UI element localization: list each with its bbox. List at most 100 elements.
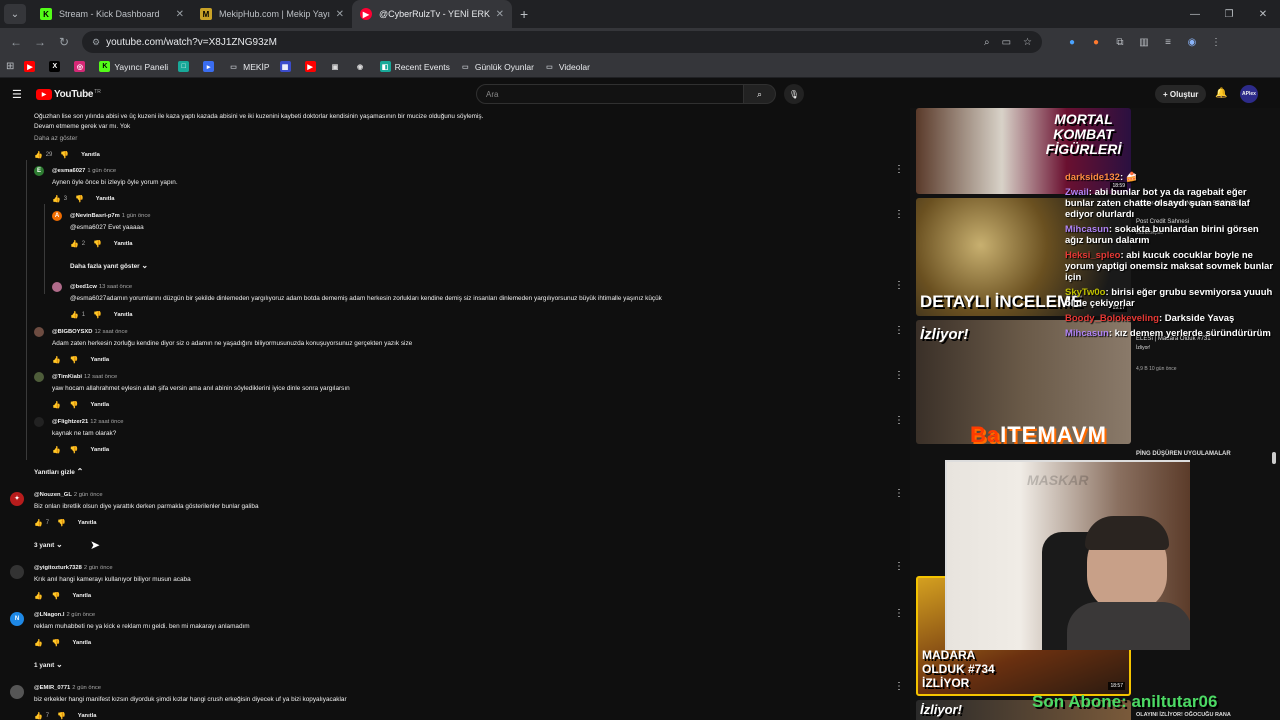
more-options-icon[interactable]: ⋮ bbox=[894, 370, 904, 381]
notifications-bell-icon[interactable]: 🔔 bbox=[1215, 88, 1227, 99]
show-less-link[interactable]: Daha az göster bbox=[34, 134, 483, 143]
avatar[interactable] bbox=[10, 565, 24, 579]
reply-button[interactable]: Yanıtla bbox=[81, 151, 100, 160]
avatar[interactable] bbox=[34, 327, 44, 337]
comment-time[interactable]: 12 saat önce bbox=[90, 419, 123, 425]
like-icon[interactable]: 👍 bbox=[34, 151, 43, 160]
extension-orange-icon[interactable]: ● bbox=[1084, 37, 1108, 48]
hide-replies-button[interactable]: Yanıtları gizle ⌃ bbox=[34, 467, 83, 476]
more-options-icon[interactable]: ⋮ bbox=[894, 280, 904, 291]
reply-button[interactable]: Yanıtla bbox=[72, 639, 91, 648]
more-options-icon[interactable]: ⋮ bbox=[894, 681, 904, 692]
minimize-icon[interactable]: — bbox=[1178, 0, 1212, 28]
like-icon[interactable]: 👍 bbox=[52, 401, 61, 410]
dislike-icon[interactable]: 👎 bbox=[52, 639, 61, 648]
bookmark-youtube[interactable]: ▶ bbox=[24, 61, 39, 72]
youtube-logo[interactable]: ▶ YouTube TR bbox=[36, 88, 101, 100]
dislike-icon[interactable]: 👎 bbox=[70, 446, 79, 455]
like-icon[interactable]: 👍 bbox=[34, 592, 43, 601]
dislike-icon[interactable]: 👎 bbox=[52, 592, 61, 601]
bookmark-image[interactable]: ▣ bbox=[330, 61, 345, 72]
like-icon[interactable]: 👍 bbox=[34, 712, 43, 720]
bookmark-yayinci-paneli[interactable]: K Yayıncı Paneli bbox=[99, 61, 168, 72]
reply-button[interactable]: Yanıtla bbox=[114, 311, 133, 320]
bookmark-indigo[interactable]: ▦ bbox=[279, 61, 295, 72]
zoom-icon[interactable]: ⌕ bbox=[984, 37, 990, 48]
comment-time[interactable]: 12 saat önce bbox=[84, 374, 117, 380]
show-replies-button[interactable]: 1 yanıt ⌄ bbox=[34, 660, 63, 669]
browser-tab-mekiphub[interactable]: M MekipHub.com | Mekip Yayıncı ✕ bbox=[192, 0, 352, 28]
comment-author[interactable]: @BIGBOYSXD bbox=[52, 329, 92, 335]
restore-icon[interactable]: ❐ bbox=[1212, 0, 1246, 28]
extensions-puzzle-icon[interactable]: ⧉ bbox=[1108, 37, 1132, 48]
like-icon[interactable]: 👍 bbox=[70, 240, 79, 249]
avatar[interactable] bbox=[10, 685, 24, 699]
new-tab-icon[interactable]: + bbox=[520, 6, 528, 22]
search-icon[interactable]: ⌕ bbox=[744, 84, 776, 104]
more-options-icon[interactable]: ⋮ bbox=[894, 561, 904, 572]
dislike-icon[interactable]: 👎 bbox=[93, 240, 102, 249]
bookmark-x[interactable]: X bbox=[49, 61, 64, 72]
reading-list-icon[interactable]: ≡ bbox=[1156, 37, 1180, 48]
bookmark-youtube-2[interactable]: ▶ bbox=[304, 61, 320, 72]
search-input[interactable]: Ara bbox=[476, 84, 744, 104]
extension-blue-icon[interactable]: ● bbox=[1060, 37, 1084, 48]
comment-time[interactable]: 1 gün önce bbox=[122, 213, 151, 219]
like-icon[interactable]: 👍 bbox=[52, 195, 61, 204]
comment-time[interactable]: 2 gün önce bbox=[66, 612, 95, 618]
back-icon[interactable]: ← bbox=[4, 35, 28, 49]
reload-icon[interactable]: ↻ bbox=[52, 35, 76, 49]
avatar[interactable] bbox=[34, 372, 44, 382]
comment-author[interactable]: @Flightzer21 bbox=[52, 419, 88, 425]
cast-icon[interactable]: ▭ bbox=[1002, 37, 1011, 48]
create-button[interactable]: + Oluştur bbox=[1155, 85, 1207, 103]
more-replies-button[interactable]: Daha fazla yanıt göster ⌄ bbox=[70, 261, 148, 270]
bookmark-circle[interactable]: ◉ bbox=[355, 61, 370, 72]
dislike-icon[interactable]: 👎 bbox=[70, 401, 79, 410]
reply-button[interactable]: Yanıtla bbox=[78, 712, 97, 720]
comment-author[interactable]: @yigitozturk7328 bbox=[34, 565, 82, 571]
more-options-icon[interactable]: ⋮ bbox=[894, 488, 904, 499]
dislike-icon[interactable]: 👎 bbox=[70, 356, 79, 365]
reply-button[interactable]: Yanıtla bbox=[90, 446, 109, 455]
comment-time[interactable]: 2 gün önce bbox=[74, 492, 103, 498]
comment-time[interactable]: 2 gün önce bbox=[84, 565, 113, 571]
more-options-icon[interactable]: ⋮ bbox=[894, 325, 904, 336]
more-options-icon[interactable]: ⋮ bbox=[894, 415, 904, 426]
dislike-icon[interactable]: 👎 bbox=[60, 151, 69, 160]
sidebar-icon[interactable]: ▥ bbox=[1132, 37, 1156, 48]
account-avatar[interactable]: APlex bbox=[1240, 85, 1258, 103]
bookmark-blue[interactable]: ▸ bbox=[203, 61, 218, 72]
comment-author[interactable]: @LNagon.l bbox=[34, 612, 64, 618]
browser-tab-youtube[interactable]: ▶ @CyberRulzTv - YENİ ERKEK M ✕ bbox=[352, 0, 512, 28]
dislike-icon[interactable]: 👎 bbox=[75, 195, 84, 204]
reply-button[interactable]: Yanıtla bbox=[78, 519, 97, 528]
hamburger-menu-icon[interactable]: ☰ bbox=[12, 88, 26, 101]
close-icon[interactable]: ✕ bbox=[496, 9, 504, 20]
bookmark-recent-events[interactable]: ◧ Recent Events bbox=[379, 61, 450, 72]
avatar[interactable] bbox=[52, 282, 62, 292]
bookmark-teal[interactable]: □ bbox=[178, 61, 193, 72]
comment-time[interactable]: 12 saat önce bbox=[94, 329, 127, 335]
like-icon[interactable]: 👍 bbox=[52, 356, 61, 365]
comment-time[interactable]: 2 gün önce bbox=[72, 685, 101, 691]
comment-author[interactable]: @TimKiabi bbox=[52, 374, 82, 380]
like-icon[interactable]: 👍 bbox=[34, 519, 43, 528]
like-icon[interactable]: 👍 bbox=[70, 311, 79, 320]
like-icon[interactable]: 👍 bbox=[52, 446, 61, 455]
browser-menu-icon[interactable]: ⋮ bbox=[1204, 37, 1228, 48]
comment-author[interactable]: @Nouzen_GL bbox=[34, 492, 72, 498]
scrollbar-thumb[interactable] bbox=[1272, 452, 1276, 464]
bookmark-star-icon[interactable]: ☆ bbox=[1023, 37, 1032, 48]
microphone-icon[interactable]: 🎙 bbox=[784, 84, 804, 104]
apps-grid-icon[interactable]: ⊞ bbox=[6, 61, 14, 72]
comment-author[interactable]: @EMIR_0771 bbox=[34, 685, 70, 691]
avatar[interactable]: E bbox=[34, 166, 44, 176]
comment-time[interactable]: 13 saat önce bbox=[99, 284, 132, 290]
address-input[interactable]: ⚙ youtube.com/watch?v=X8J1ZNG93zM ⌕ ▭ ☆ bbox=[82, 31, 1042, 53]
close-icon[interactable]: ✕ bbox=[176, 9, 184, 20]
reply-button[interactable]: Yanıtla bbox=[96, 195, 115, 204]
dislike-icon[interactable]: 👎 bbox=[57, 712, 66, 720]
show-replies-button[interactable]: 3 yanıt ⌄ bbox=[34, 540, 63, 549]
close-icon[interactable]: ✕ bbox=[336, 9, 344, 20]
